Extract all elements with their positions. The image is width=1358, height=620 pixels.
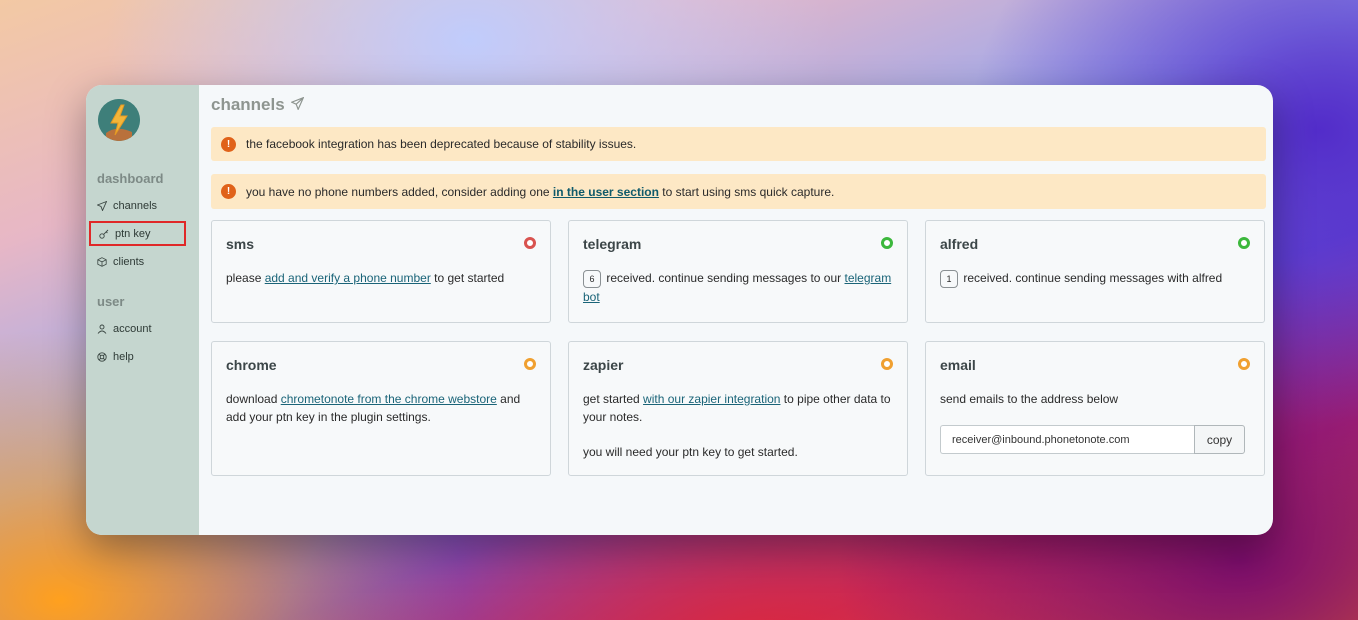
channel-card-sms: sms please add and verify a phone number…: [211, 220, 551, 323]
lightning-bolt-icon: [98, 99, 140, 141]
card-text: 1 received. continue sending messages wi…: [940, 269, 1250, 288]
verify-phone-link[interactable]: add and verify a phone number: [265, 271, 431, 285]
card-text-before: please: [226, 271, 265, 285]
status-indicator-orange: [881, 358, 893, 370]
sidebar-item-label: ptn key: [115, 227, 151, 240]
page-title: channels: [211, 95, 305, 115]
card-text-before: download: [226, 392, 281, 406]
lifebuoy-icon: [97, 352, 111, 362]
zapier-integration-link[interactable]: with our zapier integration: [643, 392, 780, 406]
card-text-secondary: you will need your ptn key to get starte…: [583, 445, 798, 459]
card-text: send emails to the address below: [940, 392, 1119, 406]
email-address-row: copy: [940, 425, 1245, 454]
card-title: telegram: [583, 236, 642, 252]
sidebar-item-label: channels: [113, 200, 158, 212]
sidebar-item-clients[interactable]: clients: [97, 253, 144, 271]
channel-card-chrome: chrome download chrometonote from the ch…: [211, 341, 551, 476]
sidebar-heading-user: user: [97, 294, 125, 309]
paper-plane-icon: [97, 201, 111, 211]
card-text-before: get started: [583, 392, 644, 406]
app-window: dashboard channels ptn key clients user: [86, 85, 1273, 535]
app-logo[interactable]: [98, 99, 140, 141]
channel-card-telegram: telegram 6 received. continue sending me…: [568, 220, 908, 323]
message-count-badge: 1: [940, 269, 958, 288]
status-indicator-orange: [1238, 358, 1250, 370]
main-content: channels ! the facebook integration has …: [199, 85, 1273, 535]
page-title-text: channels: [211, 95, 285, 114]
card-title: sms: [226, 236, 255, 252]
card-text-before: received. continue sending messages to o…: [606, 271, 845, 285]
card-text-body: received. continue sending messages with…: [963, 271, 1223, 285]
sidebar-item-label: help: [113, 351, 134, 363]
email-address-field[interactable]: [940, 425, 1194, 454]
warning-icon: !: [221, 136, 236, 152]
channel-card-alfred: alfred 1 received. continue sending mess…: [925, 220, 1265, 323]
message-count-badge: 6: [583, 269, 601, 288]
card-title: chrome: [226, 357, 277, 373]
sidebar-item-label: account: [113, 323, 152, 335]
alert-text-before: you have no phone numbers added, conside…: [246, 184, 553, 199]
alert-text-after: to start using sms quick capture.: [658, 184, 835, 199]
alert-facebook-deprecated: ! the facebook integration has been depr…: [211, 127, 1266, 161]
copy-button[interactable]: copy: [1194, 425, 1245, 454]
status-indicator-orange: [524, 358, 536, 370]
alert-text: the facebook integration has been deprec…: [246, 137, 637, 151]
card-title: zapier: [583, 357, 624, 373]
sidebar-item-channels[interactable]: channels: [97, 197, 157, 215]
card-text: download chrometonote from the chrome we…: [226, 390, 536, 426]
sidebar: dashboard channels ptn key clients user: [86, 85, 199, 535]
chrome-webstore-link[interactable]: chrometonote from the chrome webstore: [281, 392, 497, 406]
alert-text: you have no phone numbers added, conside…: [246, 185, 834, 199]
status-indicator-red: [524, 237, 536, 249]
warning-icon: !: [221, 184, 236, 199]
card-text: get started with our zapier integration …: [583, 390, 893, 426]
sidebar-heading-dashboard: dashboard: [97, 171, 164, 186]
card-text: please add and verify a phone number to …: [226, 269, 536, 287]
key-icon: [99, 229, 113, 239]
alert-no-phone-numbers: ! you have no phone numbers added, consi…: [211, 174, 1266, 209]
status-indicator-green: [881, 237, 893, 249]
card-text-after: to get started: [430, 271, 505, 285]
sidebar-item-ptn-key[interactable]: ptn key: [89, 221, 186, 246]
user-section-link[interactable]: in the user section: [553, 185, 659, 199]
cube-icon: [97, 257, 111, 267]
card-text: 6 received. continue sending messages to…: [583, 269, 893, 306]
card-title: alfred: [940, 236, 979, 252]
sidebar-item-account[interactable]: account: [97, 320, 152, 338]
paper-plane-icon: [289, 95, 305, 115]
card-title: email: [940, 357, 976, 373]
sidebar-item-help[interactable]: help: [97, 348, 134, 366]
channel-card-zapier: zapier get started with our zapier integ…: [568, 341, 908, 476]
person-icon: [97, 324, 111, 334]
sidebar-item-label: clients: [113, 256, 145, 268]
status-indicator-green: [1238, 237, 1250, 249]
channel-card-email: email send emails to the address below c…: [925, 341, 1265, 476]
